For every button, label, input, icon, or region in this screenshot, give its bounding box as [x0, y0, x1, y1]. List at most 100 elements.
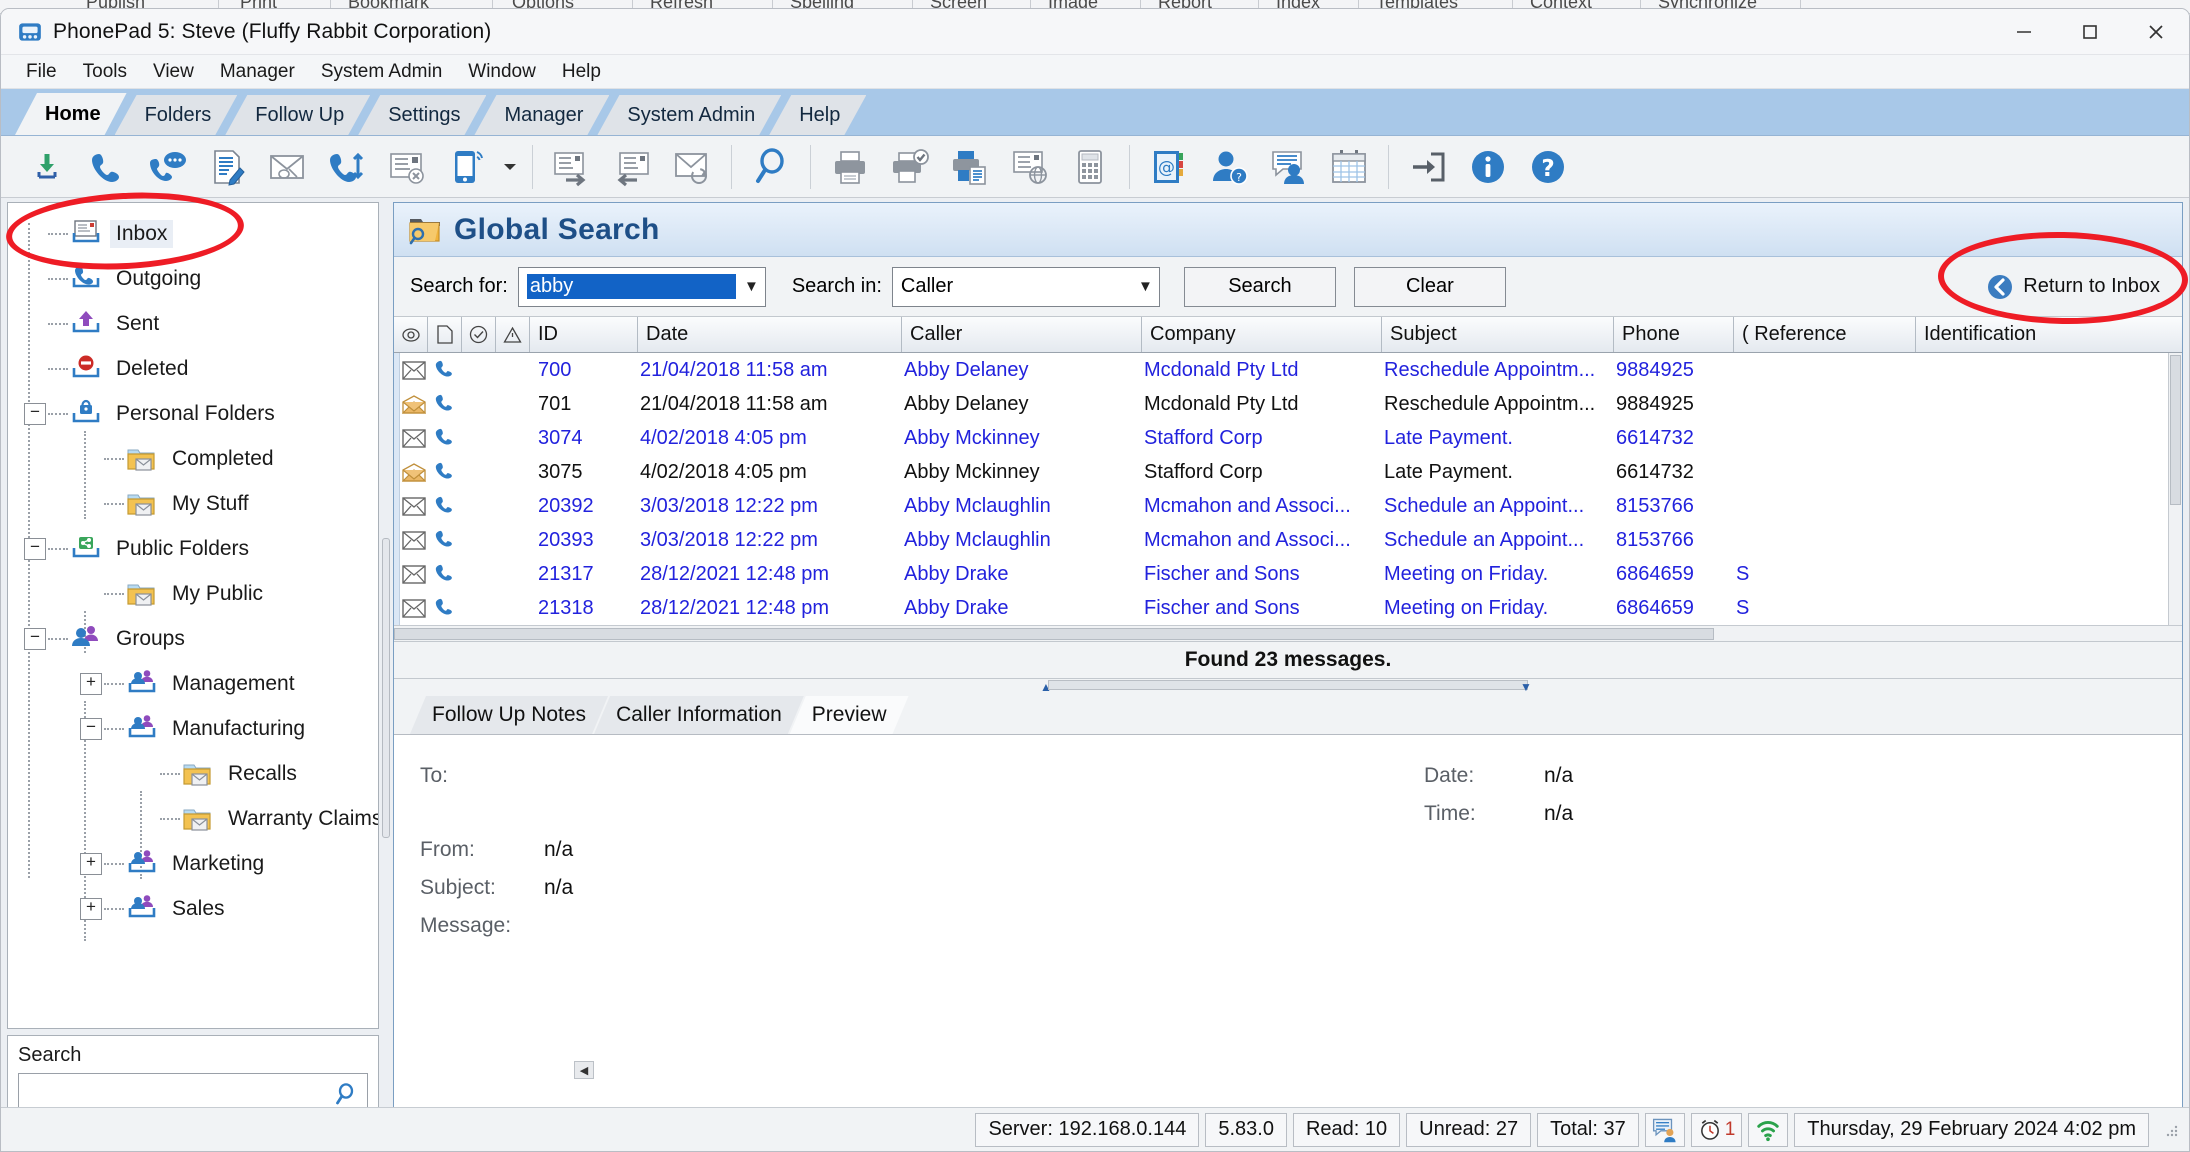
row-status-icon[interactable] [400, 421, 428, 455]
row-checked-cell[interactable] [462, 353, 496, 387]
row-priority-cell[interactable] [496, 421, 530, 455]
sms-dropdown-caret-icon[interactable] [497, 139, 523, 195]
row-status-icon[interactable] [400, 387, 428, 421]
help-icon[interactable]: ? [1518, 139, 1578, 195]
send-mail-icon[interactable] [257, 139, 317, 195]
row-checked-cell[interactable] [462, 455, 496, 489]
row-priority-cell[interactable] [496, 455, 530, 489]
tab-system-admin[interactable]: System Admin [597, 95, 781, 135]
new-chat-icon[interactable] [137, 139, 197, 195]
menu-system-admin[interactable]: System Admin [308, 58, 455, 86]
table-row[interactable]: 21317 28/12/2021 12:48 pm Abby Drake Fische… [394, 557, 2182, 591]
column-header-checked[interactable] [462, 317, 496, 352]
delete-record-icon[interactable] [377, 139, 437, 195]
column-header-caller[interactable]: Caller [902, 317, 1142, 352]
sidebar-item-outgoing[interactable]: Outgoing [14, 256, 378, 301]
tree-toggle-expand[interactable]: + [80, 672, 102, 695]
user-query-icon[interactable]: ? [1199, 139, 1259, 195]
scroll-thumb[interactable] [2170, 355, 2181, 505]
status-alarm-button[interactable]: 1 [1690, 1112, 1743, 1147]
detail-splitter[interactable]: ▲ ▼ [394, 679, 2182, 694]
new-message-icon[interactable] [77, 139, 137, 195]
print-checked-icon[interactable] [880, 139, 940, 195]
row-status-icon[interactable] [400, 557, 428, 591]
splitter-grip[interactable] [1048, 680, 1528, 690]
login-icon[interactable] [1398, 139, 1458, 195]
column-header-phone[interactable]: Phone [1614, 317, 1734, 352]
sidebar-item-manufacturing[interactable]: − Manufacturing [14, 706, 378, 751]
grid-horizontal-scrollbar[interactable] [394, 625, 2182, 641]
tab-follow-up-notes[interactable]: Follow Up Notes [410, 696, 608, 734]
sidebar-item-recalls[interactable]: Recalls [14, 751, 378, 796]
menu-view[interactable]: View [140, 58, 207, 86]
row-checked-cell[interactable] [462, 421, 496, 455]
column-header-priority[interactable] [496, 317, 530, 352]
row-checked-cell[interactable] [462, 489, 496, 523]
reply-icon[interactable] [602, 139, 662, 195]
column-header-eye[interactable] [394, 317, 428, 352]
chevron-down-icon[interactable]: ▼ [744, 278, 759, 295]
tree-toggle-collapse[interactable]: − [24, 402, 46, 425]
sidebar-item-inbox[interactable]: Inbox [14, 211, 378, 256]
row-priority-cell[interactable] [496, 353, 530, 387]
row-checked-cell[interactable] [462, 591, 496, 625]
table-row[interactable]: 20392 3/03/2018 12:22 pm Abby Mclaughlin Mc… [394, 489, 2182, 523]
row-status-icon[interactable] [400, 523, 428, 557]
status-network-button[interactable] [1748, 1112, 1789, 1147]
search-icon[interactable] [741, 139, 801, 195]
resize-grip-icon[interactable] [2161, 1120, 2181, 1140]
transfer-call-icon[interactable] [317, 139, 377, 195]
table-row[interactable]: 3074 4/02/2018 4:05 pm Abby Mckinney Staffo… [394, 421, 2182, 455]
column-header-identification[interactable]: Identification [1916, 317, 2116, 352]
tree-toggle-collapse[interactable]: − [24, 627, 46, 650]
preview-horizontal-scrollbar[interactable]: ◀ [574, 1061, 2174, 1079]
clear-button[interactable]: Clear [1353, 266, 1506, 307]
table-row[interactable]: 701 21/04/2018 11:58 am Abby Delaney Mcdona… [394, 387, 2182, 421]
tab-settings[interactable]: Settings [358, 95, 486, 135]
forward-icon[interactable] [542, 139, 602, 195]
tree-toggle-collapse[interactable]: − [80, 717, 102, 740]
tab-folders[interactable]: Folders [115, 95, 238, 135]
chevron-down-icon[interactable]: ▼ [1138, 278, 1153, 295]
menu-manager[interactable]: Manager [207, 58, 308, 86]
message-user-icon[interactable] [1259, 139, 1319, 195]
tab-preview[interactable]: Preview [790, 696, 909, 734]
tab-caller-information[interactable]: Caller Information [594, 696, 804, 734]
menu-help[interactable]: Help [549, 58, 614, 86]
address-book-icon[interactable]: @ [1139, 139, 1199, 195]
sidebar-item-completed[interactable]: Completed [14, 436, 378, 481]
sidebar-item-sales[interactable]: + Sales [14, 886, 378, 931]
grid-vertical-scrollbar[interactable] [2168, 353, 2182, 641]
calculator-icon[interactable] [1060, 139, 1120, 195]
sidebar-item-management[interactable]: + Management [14, 661, 378, 706]
maximize-button[interactable] [2057, 9, 2123, 55]
row-priority-cell[interactable] [496, 557, 530, 591]
row-status-icon[interactable] [400, 591, 428, 625]
sidebar-item-marketing[interactable]: + Marketing [14, 841, 378, 886]
sidebar-item-my-stuff[interactable]: My Stuff [14, 481, 378, 526]
splitter-right-arrow-icon[interactable]: ▼ [1520, 680, 1532, 694]
sidebar-item-sent[interactable]: Sent [14, 301, 378, 346]
scroll-thumb[interactable] [394, 628, 1714, 640]
search-in-combo[interactable]: Caller ▼ [891, 266, 1160, 307]
info-icon[interactable] [1458, 139, 1518, 195]
row-priority-cell[interactable] [496, 387, 530, 421]
sidebar-item-public-folders[interactable]: − Public Folders [14, 526, 378, 571]
table-row[interactable]: 3075 4/02/2018 4:05 pm Abby Mckinney Staffo… [394, 455, 2182, 489]
row-checked-cell[interactable] [462, 387, 496, 421]
row-status-icon[interactable] [400, 455, 428, 489]
sidebar-item-personal-folders[interactable]: − Personal Folders [14, 391, 378, 436]
sidebar-item-groups[interactable]: − Groups [14, 616, 378, 661]
tab-manager[interactable]: Manager [474, 95, 609, 135]
column-header-company[interactable]: Company [1142, 317, 1382, 352]
column-header-reference[interactable]: ( Reference [1734, 317, 1916, 352]
row-priority-cell[interactable] [496, 523, 530, 557]
inbox-download-icon[interactable] [17, 139, 77, 195]
sidebar-item-warranty-claims[interactable]: Warranty Claims [14, 796, 378, 841]
pane-splitter[interactable] [379, 198, 393, 1128]
return-to-inbox-button[interactable]: Return to Inbox [1986, 273, 2160, 301]
print-icon[interactable] [820, 139, 880, 195]
tab-follow-up[interactable]: Follow Up [225, 95, 370, 135]
close-button[interactable] [2123, 9, 2189, 55]
table-row[interactable]: 20393 3/03/2018 12:22 pm Abby Mclaughlin Mc… [394, 523, 2182, 557]
